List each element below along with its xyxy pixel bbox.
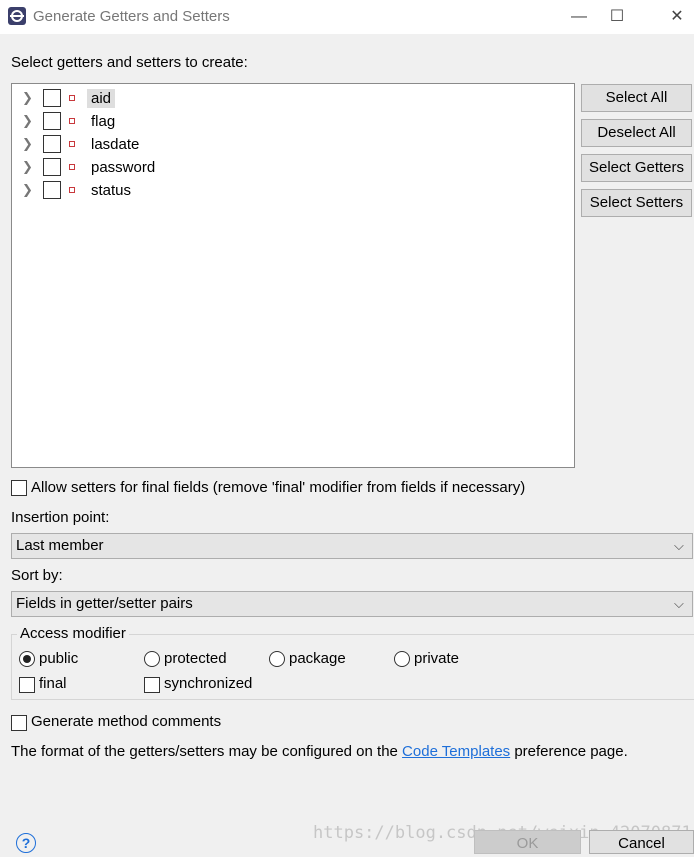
close-button[interactable]: ✕ [654,0,694,34]
fields-label: Select getters and setters to create: [11,54,248,71]
maximize-button[interactable]: ☐ [594,0,640,34]
sort-by-select[interactable]: Fields in getter/setter pairs ⌵ [11,591,693,617]
generate-comments-checkbox[interactable] [11,715,27,731]
private-label: private [414,650,460,667]
ok-button[interactable]: OK [474,830,581,854]
tree-row[interactable]: ❯ flag [12,110,574,133]
private-field-icon [69,118,75,124]
field-checkbox[interactable] [43,112,61,130]
deselect-all-button[interactable]: Deselect All [581,119,692,147]
insertion-point-label: Insertion point: [11,509,110,526]
chevron-right-icon[interactable]: ❯ [22,113,36,129]
public-radio[interactable] [19,651,35,667]
window-title: Generate Getters and Setters [33,8,230,25]
chevron-right-icon[interactable]: ❯ [22,159,36,175]
footer-note-after: preference page. [510,743,628,760]
field-checkbox[interactable] [43,181,61,199]
protected-radio[interactable] [144,651,160,667]
field-checkbox[interactable] [43,135,61,153]
cancel-button[interactable]: Cancel [589,830,694,854]
synchronized-checkbox[interactable] [144,677,160,693]
field-name: flag [91,113,116,130]
sort-by-label: Sort by: [11,567,63,584]
allow-setters-final-label: Allow setters for final fields (remove '… [31,479,526,496]
insertion-point-value: Last member [16,537,104,554]
select-all-button[interactable]: Select All [581,84,692,112]
private-field-icon [69,95,75,101]
allow-setters-final-checkbox[interactable] [11,480,27,496]
final-label: final [39,675,67,692]
sort-by-value: Fields in getter/setter pairs [16,595,193,612]
tree-row[interactable]: ❯ status [12,179,574,202]
package-radio[interactable] [269,651,285,667]
code-templates-link[interactable]: Code Templates [402,743,510,760]
generate-comments-label: Generate method comments [31,713,222,730]
title-bar: Generate Getters and Setters — ☐ ✕ [0,0,694,34]
tree-row[interactable]: ❯ password [12,156,574,179]
insertion-point-select[interactable]: Last member ⌵ [11,533,693,559]
private-field-icon [69,141,75,147]
tree-row[interactable]: ❯ aid [12,87,574,110]
chevron-down-icon: ⌵ [674,538,684,553]
private-field-icon [69,164,75,170]
protected-label: protected [164,650,227,667]
field-checkbox[interactable] [43,89,61,107]
tree-row[interactable]: ❯ lasdate [12,133,574,156]
field-name: status [91,182,132,199]
final-checkbox[interactable] [19,677,35,693]
access-modifier-title: Access modifier [17,625,129,642]
chevron-down-icon: ⌵ [674,596,684,611]
access-modifier-group [11,634,694,700]
select-getters-button[interactable]: Select Getters [581,154,692,182]
chevron-right-icon[interactable]: ❯ [22,90,36,106]
chevron-right-icon[interactable]: ❯ [22,136,36,152]
private-radio[interactable] [394,651,410,667]
public-label: public [39,650,79,667]
synchronized-label: synchronized [164,675,253,692]
private-field-icon [69,187,75,193]
field-name: lasdate [91,136,140,153]
select-setters-button[interactable]: Select Setters [581,189,692,217]
field-name: password [91,159,156,176]
footer-note: The format of the getters/setters may be… [11,743,628,760]
fields-tree[interactable]: ❯ aid ❯ flag ❯ lasdate ❯ password ❯ stat… [11,83,575,468]
field-checkbox[interactable] [43,158,61,176]
eclipse-app-icon [8,7,26,25]
footer-note-before: The format of the getters/setters may be… [11,743,403,760]
package-label: package [289,650,346,667]
field-name: aid [87,89,116,108]
help-icon[interactable]: ? [16,833,36,853]
chevron-right-icon[interactable]: ❯ [22,182,36,198]
